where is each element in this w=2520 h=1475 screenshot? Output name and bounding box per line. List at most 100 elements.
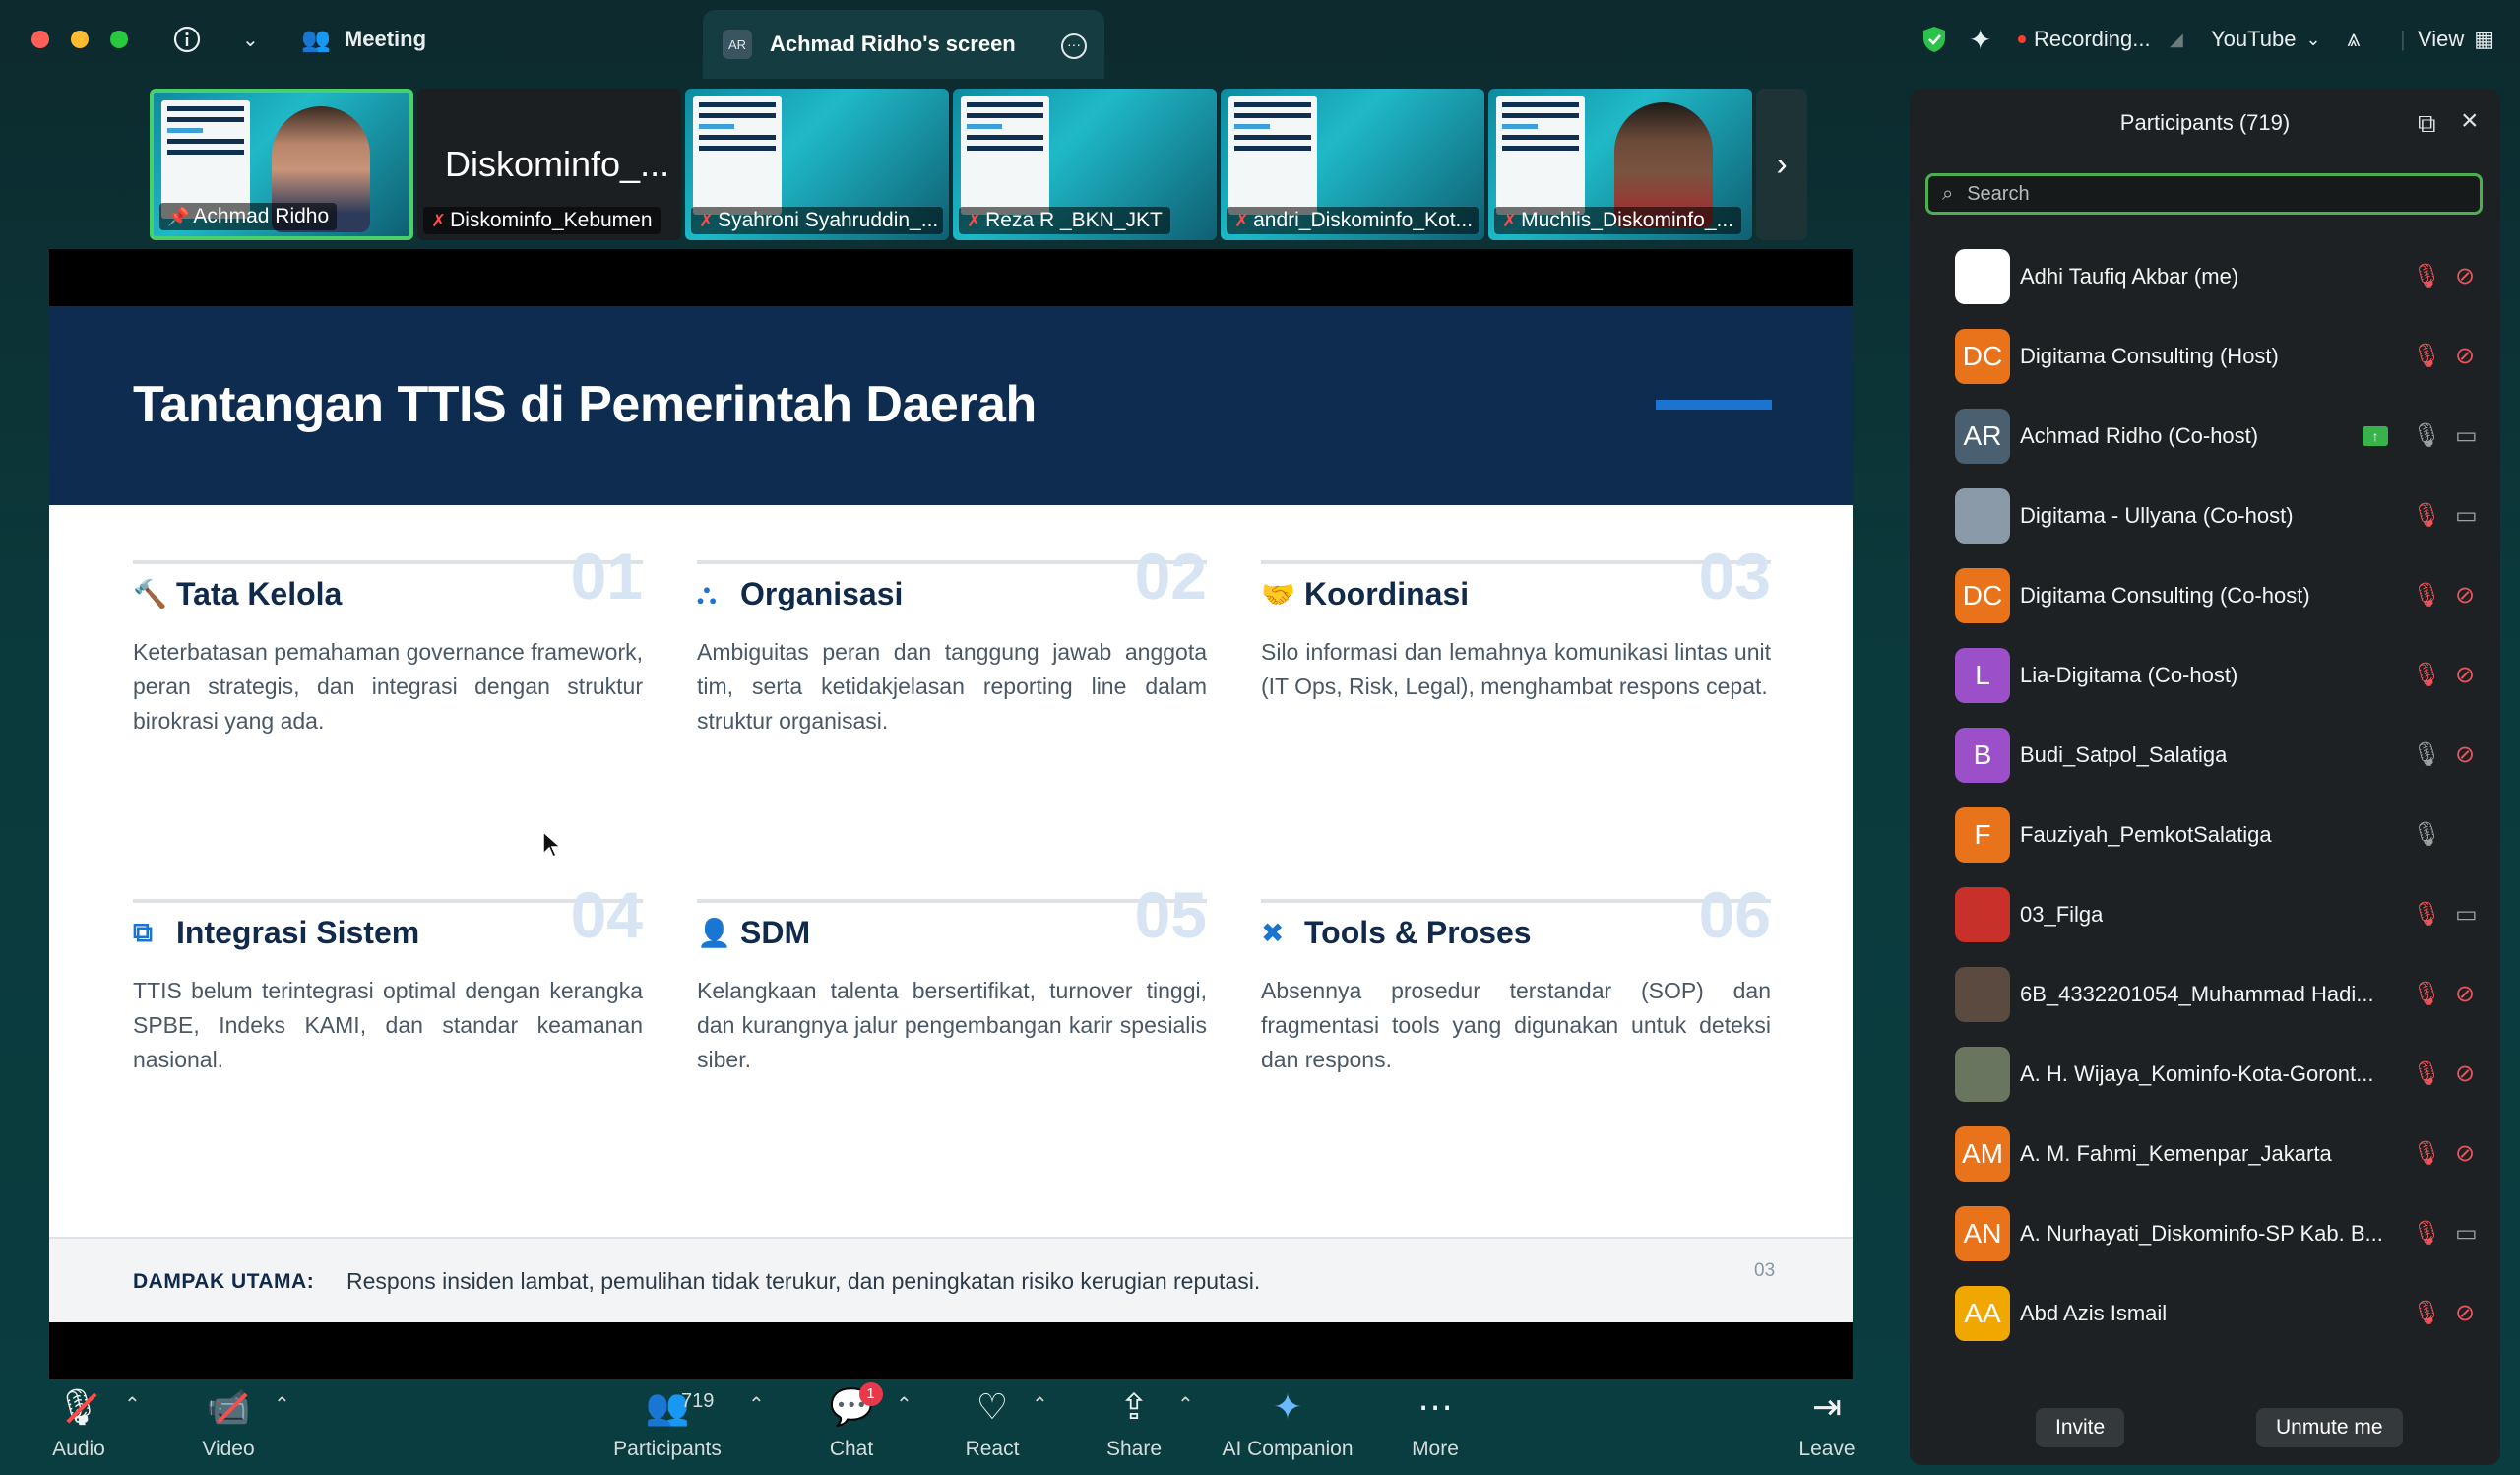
- mic-muted-icon[interactable]: 🎙: [2412, 342, 2441, 370]
- participant-row[interactable]: F Fauziyah_PemkotSalatiga 🎙: [1910, 795, 2500, 874]
- video-off-icon[interactable]: ⊘: [2455, 1299, 2475, 1327]
- video-tile-muchlis[interactable]: ✗ Muchlis_Diskominfo_...: [1488, 89, 1752, 240]
- participant-row[interactable]: L Lia-Digitama (Co-host) 🎙 ⊘: [1910, 635, 2500, 715]
- mic-muted-icon[interactable]: 🎙: [2412, 1139, 2441, 1168]
- participant-name: Fauziyah_PemkotSalatiga: [2020, 821, 2272, 847]
- participants-options-chevron-icon[interactable]: ⌃: [748, 1392, 765, 1417]
- video-off-icon[interactable]: ⊘: [2455, 1059, 2475, 1088]
- mic-muted-icon[interactable]: 🎙: [2412, 581, 2441, 609]
- video-off-icon[interactable]: ⊘: [2455, 581, 2475, 609]
- mic-muted-icon[interactable]: 🎙: [2412, 1299, 2441, 1327]
- view-menu[interactable]: View ▦: [2418, 22, 2494, 57]
- participant-row[interactable]: AM A. M. Fahmi_Kemenpar_Jakarta 🎙 ⊘: [1910, 1114, 2500, 1193]
- video-off-icon[interactable]: ⊘: [2455, 1139, 2475, 1168]
- video-off-icon[interactable]: ⊘: [2455, 980, 2475, 1008]
- encryption-shield-icon[interactable]: [1922, 22, 1947, 57]
- mic-muted-icon[interactable]: 🎙: [2412, 1059, 2441, 1088]
- mic-muted-icon[interactable]: 🎙: [2412, 980, 2441, 1008]
- participant-row[interactable]: AR Achmad Ridho (Co-host) ↑ 🎙 ▭: [1910, 396, 2500, 476]
- more-options-icon[interactable]: ···: [1061, 33, 1087, 59]
- video-icon[interactable]: ▭: [2455, 1219, 2478, 1248]
- panel-title: Participants (719): [2119, 110, 2291, 135]
- meeting-menu[interactable]: 👥 Meeting: [301, 22, 426, 57]
- card-rule: [697, 560, 1207, 564]
- avatar: AN: [1955, 1205, 2010, 1261]
- sparkle-icon[interactable]: ✦: [1969, 22, 1991, 57]
- mic-muted-icon: 🎙: [56, 1386, 101, 1434]
- chevron-right-icon[interactable]: ›: [1756, 89, 1807, 240]
- participant-name: 6B_4332201054_Muhammad Hadi...: [2020, 981, 2374, 1006]
- video-off-icon[interactable]: ⊘: [2455, 342, 2475, 370]
- mic-muted-icon[interactable]: 🎙: [2412, 501, 2441, 530]
- slide-footer: DAMPAK UTAMA: Respons insiden lambat, pe…: [49, 1237, 1853, 1322]
- video-off-icon[interactable]: ⊘: [2455, 661, 2475, 689]
- info-icon[interactable]: [173, 22, 201, 57]
- video-options-chevron-icon[interactable]: ⌃: [274, 1392, 290, 1417]
- fullscreen-window-button[interactable]: [110, 31, 128, 48]
- mic-muted-icon[interactable]: 🎙: [2412, 661, 2441, 689]
- recording-dot-icon: [2018, 35, 2026, 43]
- youtube-stream-menu[interactable]: YouTube ⌄: [2211, 22, 2321, 57]
- ai-companion-button[interactable]: ✦ AI Companion: [1219, 1386, 1356, 1461]
- video-icon[interactable]: ▭: [2455, 501, 2478, 530]
- mic-icon[interactable]: 🎙: [2412, 820, 2441, 849]
- unmute-me-button[interactable]: Unmute me: [2256, 1408, 2403, 1447]
- audio-options-chevron-icon[interactable]: ⌃: [124, 1392, 141, 1417]
- video-tile-achmad-ridho[interactable]: 📌 Achmad Ridho: [150, 89, 413, 240]
- pop-out-icon[interactable]: ⧉: [2418, 108, 2436, 140]
- heart-icon: ♡: [976, 1386, 1009, 1427]
- participant-search[interactable]: ⌕: [1925, 173, 2483, 215]
- participant-row[interactable]: A. H. Wijaya_Kominfo-Kota-Goront... 🎙 ⊘: [1910, 1034, 2500, 1114]
- mic-icon[interactable]: 🎙: [2412, 740, 2441, 769]
- participant-row[interactable]: DC Digitama Consulting (Host) 🎙 ⊘: [1910, 316, 2500, 396]
- video-icon[interactable]: ▭: [2455, 421, 2478, 450]
- invite-button[interactable]: Invite: [2036, 1408, 2125, 1447]
- mic-muted-icon[interactable]: 🎙: [2412, 1219, 2441, 1248]
- more-button[interactable]: ⋯ More: [1366, 1386, 1504, 1461]
- more-icon: ⋯: [1418, 1386, 1453, 1427]
- chat-icon: 💬 1: [830, 1382, 883, 1434]
- participant-row[interactable]: DC Digitama Consulting (Co-host) 🎙 ⊘: [1910, 555, 2500, 635]
- meeting-toolbar: 🎙 Audio ⌃ 📹 Video ⌃ 👥 719 Participants ⌃…: [0, 1379, 1890, 1475]
- leave-button[interactable]: ⇥ Leave: [1758, 1386, 1896, 1461]
- avatar: B: [1955, 727, 2010, 783]
- video-off-icon[interactable]: ⊘: [2455, 740, 2475, 769]
- mic-muted-icon[interactable]: 🎙: [2412, 262, 2441, 290]
- video-tile-syahroni[interactable]: ✗ Syahroni Syahruddin_...: [685, 89, 949, 240]
- leave-icon: ⇥: [1811, 1386, 1843, 1427]
- participant-list[interactable]: Adhi Taufiq Akbar (me) 🎙 ⊘ DC Digitama Consu…: [1910, 236, 2500, 1379]
- video-off-icon[interactable]: ⊘: [2455, 262, 2475, 290]
- recording-indicator[interactable]: Recording...: [2018, 22, 2151, 57]
- participant-row[interactable]: AN A. Nurhayati_Diskominfo-SP Kab. B... 🎙 ▭: [1910, 1193, 2500, 1273]
- mic-muted-icon[interactable]: 🎙: [2412, 900, 2441, 929]
- participant-name: Digitama - Ullyana (Co-host): [2020, 502, 2294, 528]
- participant-row[interactable]: AA Abd Azis Ismail 🎙 ⊘: [1910, 1273, 2500, 1353]
- chevron-down-icon[interactable]: ⌄: [242, 22, 259, 57]
- meeting-label: Meeting: [344, 27, 427, 51]
- impact-label: DAMPAK UTAMA:: [133, 1270, 315, 1293]
- react-options-chevron-icon[interactable]: ⌃: [1032, 1392, 1048, 1417]
- share-screen-icon: ⇪: [1118, 1386, 1150, 1427]
- mic-icon[interactable]: 🎙: [2412, 421, 2441, 450]
- search-input[interactable]: [1967, 182, 2440, 206]
- participant-row[interactable]: 03_Filga 🎙 ▭: [1910, 874, 2500, 954]
- video-tile-diskominfo-kebumen[interactable]: Diskominfo_... ✗ Diskominfo_Kebumen: [417, 89, 681, 240]
- video-icon[interactable]: ▭: [2455, 900, 2478, 929]
- share-options-chevron-icon[interactable]: ⌃: [1177, 1392, 1194, 1417]
- screen-share-tab[interactable]: AR Achmad Ridho's screen ···: [703, 10, 1104, 79]
- close-window-button[interactable]: [32, 31, 49, 48]
- video-tile-andri[interactable]: ✗ andri_Diskominfo_Kot...: [1221, 89, 1484, 240]
- participant-row[interactable]: Digitama - Ullyana (Co-host) 🎙 ▭: [1910, 476, 2500, 555]
- close-icon[interactable]: ×: [2461, 104, 2479, 138]
- slide-page-number: 03: [1754, 1260, 1776, 1281]
- chat-options-chevron-icon[interactable]: ⌃: [896, 1392, 913, 1417]
- minimize-window-button[interactable]: [71, 31, 89, 48]
- participant-row[interactable]: Adhi Taufiq Akbar (me) 🎙 ⊘: [1910, 236, 2500, 316]
- video-tile-reza[interactable]: ✗ Reza R _BKN_JKT: [953, 89, 1217, 240]
- avatar: DC: [1955, 328, 2010, 384]
- participant-row[interactable]: B Budi_Satpol_Salatiga 🎙 ⊘: [1910, 715, 2500, 795]
- broadcast-icon[interactable]: ⩓: [2347, 22, 2361, 57]
- participants-button[interactable]: 👥 719 Participants: [598, 1386, 736, 1461]
- participant-row[interactable]: 6B_4332201054_Muhammad Hadi... 🎙 ⊘: [1910, 954, 2500, 1034]
- pin-icon: 📌: [167, 207, 190, 226]
